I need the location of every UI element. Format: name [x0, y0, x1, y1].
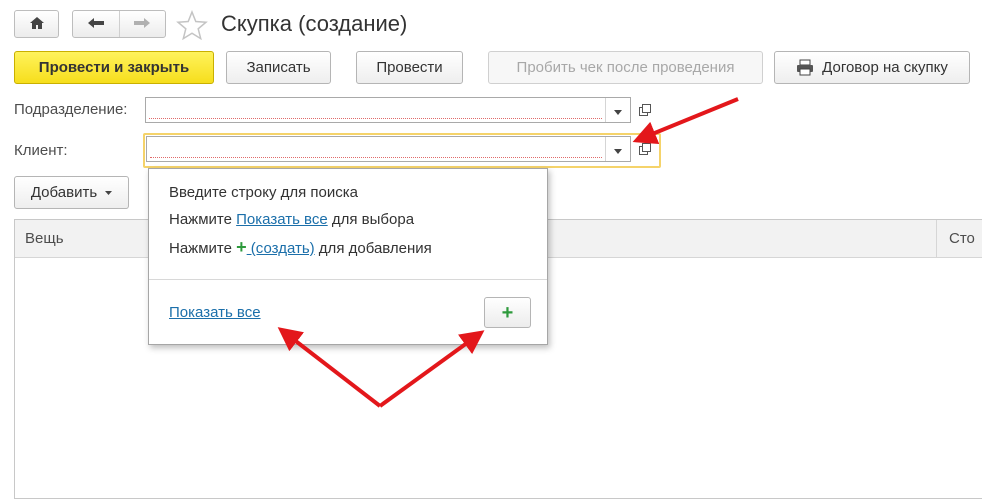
history-navigation: [72, 10, 166, 38]
chevron-down-icon: [614, 141, 622, 157]
arrow-right-icon: [133, 16, 151, 32]
division-input[interactable]: [146, 98, 605, 122]
division-field[interactable]: [145, 97, 631, 123]
column-header-item[interactable]: Вещь: [25, 230, 64, 247]
hint-text: для добавления: [314, 240, 432, 257]
dropdown-divider: [149, 279, 547, 280]
create-inline-link[interactable]: (создать): [247, 240, 315, 257]
plus-icon: +: [501, 301, 514, 324]
create-button[interactable]: +: [484, 297, 531, 328]
printer-icon: [796, 59, 814, 76]
post-button[interactable]: Провести: [356, 51, 463, 84]
chevron-down-icon: [614, 102, 622, 118]
open-form-icon[interactable]: [635, 139, 655, 159]
division-dropdown-button[interactable]: [605, 98, 630, 122]
client-dropdown-button[interactable]: [605, 137, 630, 161]
column-header-cost[interactable]: Сто: [949, 230, 975, 247]
contract-button[interactable]: Договор на скупку: [774, 51, 970, 84]
page-title: Скупка (создание): [221, 11, 408, 36]
post-and-close-button[interactable]: Провести и закрыть: [14, 51, 214, 84]
hint-text: Нажмите: [169, 211, 237, 228]
show-all-link[interactable]: Показать все: [169, 304, 261, 321]
client-choice-dropdown: Введите строку для поиска Нажмите Показа…: [148, 168, 548, 345]
client-input[interactable]: [147, 137, 605, 161]
print-receipt-button[interactable]: Пробить чек после проведения: [488, 51, 763, 84]
client-field[interactable]: [146, 136, 631, 162]
forward-button[interactable]: [118, 11, 166, 37]
open-form-icon[interactable]: [635, 100, 655, 120]
star-icon[interactable]: [176, 9, 208, 43]
home-button[interactable]: [14, 10, 59, 38]
add-row-button[interactable]: Добавить: [14, 176, 129, 209]
dropdown-hint-show-all: Нажмите Показать все для выбора: [169, 211, 414, 228]
plus-icon: +: [236, 237, 247, 257]
hint-text: Нажмите: [169, 240, 237, 257]
back-button[interactable]: [73, 11, 119, 37]
division-label: Подразделение:: [14, 101, 128, 118]
dropdown-hint-search: Введите строку для поиска: [169, 184, 358, 201]
show-all-inline-link[interactable]: Показать все: [236, 211, 328, 228]
dropdown-hint-create: Нажмите + (создать) для добавления: [169, 238, 432, 257]
save-button[interactable]: Записать: [226, 51, 331, 84]
client-label: Клиент:: [14, 142, 68, 159]
add-row-button-label: Добавить: [30, 184, 98, 201]
hint-text: для выбора: [327, 211, 415, 228]
home-icon: [29, 16, 45, 33]
arrow-left-icon: [87, 16, 105, 32]
contract-button-label: Договор на скупку: [822, 59, 948, 76]
chevron-down-icon: [105, 190, 113, 195]
